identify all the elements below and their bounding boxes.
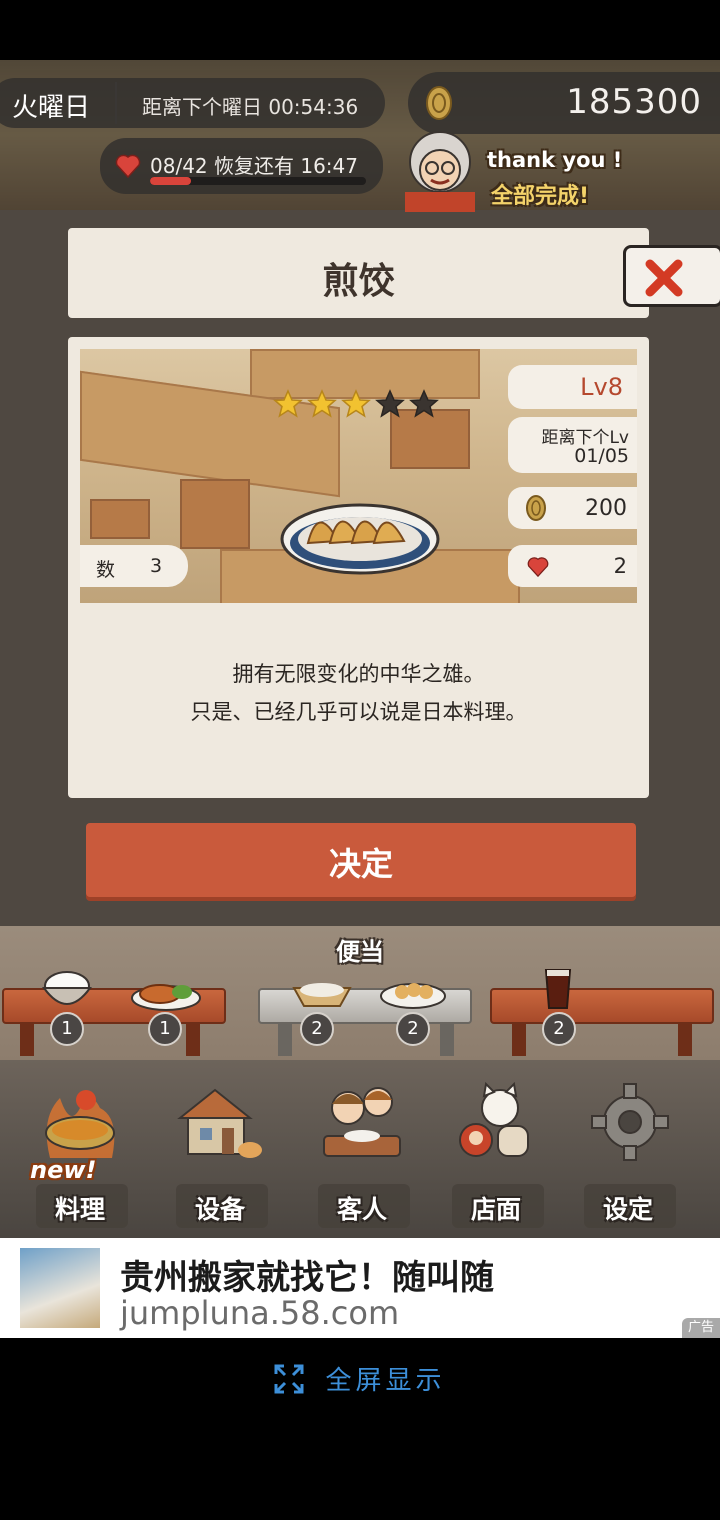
star-empty-icon	[409, 389, 439, 418]
bento-count-badge: 2	[300, 1012, 334, 1046]
price-tag: 200	[508, 487, 637, 529]
ad-tag: 广告	[681, 1318, 720, 1338]
money-value: 185300	[566, 82, 702, 122]
dish-title: 煎饺	[322, 261, 395, 302]
lucky-cat-icon	[459, 1081, 529, 1157]
all-complete-text: 全部完成!	[491, 184, 590, 209]
coin-icon	[526, 495, 546, 521]
scene-chair	[90, 499, 150, 539]
nav-label: 设定	[602, 1195, 653, 1224]
ad-tag-label: 广告	[687, 1320, 714, 1335]
cooking-pot-icon	[45, 1090, 115, 1158]
bento-item[interactable]: 1	[40, 970, 94, 1046]
day-countdown: 距离下个曜日 00:54:36	[142, 95, 359, 119]
nav-label: 设备	[194, 1195, 245, 1224]
ad-banner[interactable]: 贵州搬家就找它！随叫随 jumpluna.58.com 广告	[0, 1238, 720, 1338]
cola-icon	[544, 969, 572, 1009]
dialog-title-bar: 煎饺	[68, 228, 649, 318]
thanks-text: thank you !	[487, 148, 623, 172]
heart-icon	[527, 557, 549, 577]
nav-item-cooking[interactable]: new! 料理	[10, 1060, 150, 1238]
bento-item[interactable]: 1	[130, 976, 202, 1046]
bento-item[interactable]: 2	[542, 966, 576, 1046]
bento-item[interactable]: 2	[292, 980, 352, 1046]
counter-leg	[512, 1022, 526, 1056]
level-value: Lv8	[580, 373, 623, 401]
counter-leg	[440, 1022, 454, 1056]
stamina-display: 08/42 恢复还有 16:47	[100, 138, 383, 194]
level-tag: Lv8	[508, 365, 637, 409]
fried-rice-icon	[292, 983, 352, 1007]
bento-shelf: 便当 1 1 2 2 2	[0, 926, 720, 1060]
grandma-icon	[405, 131, 475, 212]
nav-item-shop[interactable]: 店面	[426, 1060, 566, 1238]
nav-label: 料理	[54, 1195, 105, 1224]
next-level-progress: 01/05	[574, 445, 629, 467]
confirm-button[interactable]: 决定	[86, 823, 636, 897]
scene-chair	[180, 479, 250, 549]
dish-info-panel: Lv8 距离下个Lv 01/05 200 2 数 3 拥有无限变化的中华之雄。 …	[68, 337, 649, 798]
gyoza-icon	[380, 983, 446, 1009]
bento-count-badge: 2	[396, 1012, 430, 1046]
nav-item-settings[interactable]: 设定	[558, 1060, 698, 1238]
fullscreen-label: 全屏显示	[325, 1366, 446, 1396]
rating-stars	[273, 389, 439, 419]
bento-count-badge: 1	[148, 1012, 182, 1046]
stamina-text: 08/42 恢复还有 16:47	[150, 154, 358, 178]
confirm-label: 决定	[328, 845, 393, 883]
close-icon	[645, 259, 683, 297]
counter-leg	[186, 1022, 200, 1056]
next-level-tag: 距离下个Lv 01/05	[508, 417, 637, 473]
all-complete-banner[interactable]: thank you ! 全部完成!	[395, 122, 705, 212]
nav-item-equipment[interactable]: 设备	[150, 1060, 290, 1238]
bottom-nav: new! 料理 设备 客人 店面 设定	[0, 1060, 720, 1238]
star-empty-icon	[375, 389, 405, 418]
fullscreen-icon	[274, 1364, 304, 1393]
dish-scene: Lv8 距离下个Lv 01/05 200 2 数 3	[80, 349, 637, 603]
description-line: 拥有无限变化的中华之雄。	[232, 662, 485, 686]
stamina-bar	[150, 177, 366, 185]
ad-image	[20, 1248, 100, 1328]
bento-item[interactable]: 2	[380, 976, 446, 1046]
house-icon	[177, 1088, 262, 1158]
day-indicator: 火曜日 距离下个曜日 00:54:36	[0, 78, 385, 128]
game-screen: 火曜日 距离下个曜日 00:54:36 185300 08/42 恢复还有 16…	[0, 60, 720, 1238]
bento-label: 便当	[336, 938, 384, 966]
nav-item-customers[interactable]: 客人	[292, 1060, 432, 1238]
gear-icon	[591, 1083, 669, 1161]
divider	[115, 82, 117, 124]
rice-bowl-icon	[42, 971, 92, 1005]
coin-icon	[426, 86, 452, 120]
gyoza-dish-icon	[280, 503, 440, 575]
new-badge: new!	[30, 1156, 97, 1184]
bento-count-badge: 1	[50, 1012, 84, 1046]
star-filled-icon	[273, 389, 303, 418]
counter-wood	[490, 988, 714, 1024]
description-line: 只是、已经几乎可以说是日本料理。	[190, 700, 527, 724]
close-button[interactable]	[623, 245, 720, 307]
counter-leg	[678, 1022, 692, 1056]
count-tag: 数 3	[80, 545, 188, 587]
dish-description: 拥有无限变化的中华之雄。 只是、已经几乎可以说是日本料理。	[68, 655, 649, 731]
customers-icon	[323, 1087, 401, 1157]
count-value: 3	[150, 555, 163, 577]
counter-leg	[20, 1022, 34, 1056]
counter-leg	[278, 1022, 292, 1056]
tonkatsu-icon	[131, 984, 201, 1011]
bento-count-badge: 2	[542, 1012, 576, 1046]
weekday-label: 火曜日	[12, 93, 91, 123]
star-filled-icon	[307, 389, 337, 418]
hearts-tag: 2	[508, 545, 637, 587]
fullscreen-button[interactable]: 全屏显示	[0, 1360, 720, 1400]
count-label: 数	[96, 559, 116, 581]
nav-label: 店面	[470, 1195, 521, 1224]
stamina-bar-fill	[150, 177, 192, 185]
nav-label: 客人	[336, 1195, 387, 1224]
heart-icon	[115, 154, 141, 178]
ad-title: 贵州搬家就找它！随叫随	[120, 1258, 494, 1298]
star-filled-icon	[341, 389, 371, 418]
hearts-value: 2	[613, 554, 627, 578]
ad-url: jumpluna.58.com	[120, 1294, 400, 1332]
price-value: 200	[585, 496, 627, 521]
